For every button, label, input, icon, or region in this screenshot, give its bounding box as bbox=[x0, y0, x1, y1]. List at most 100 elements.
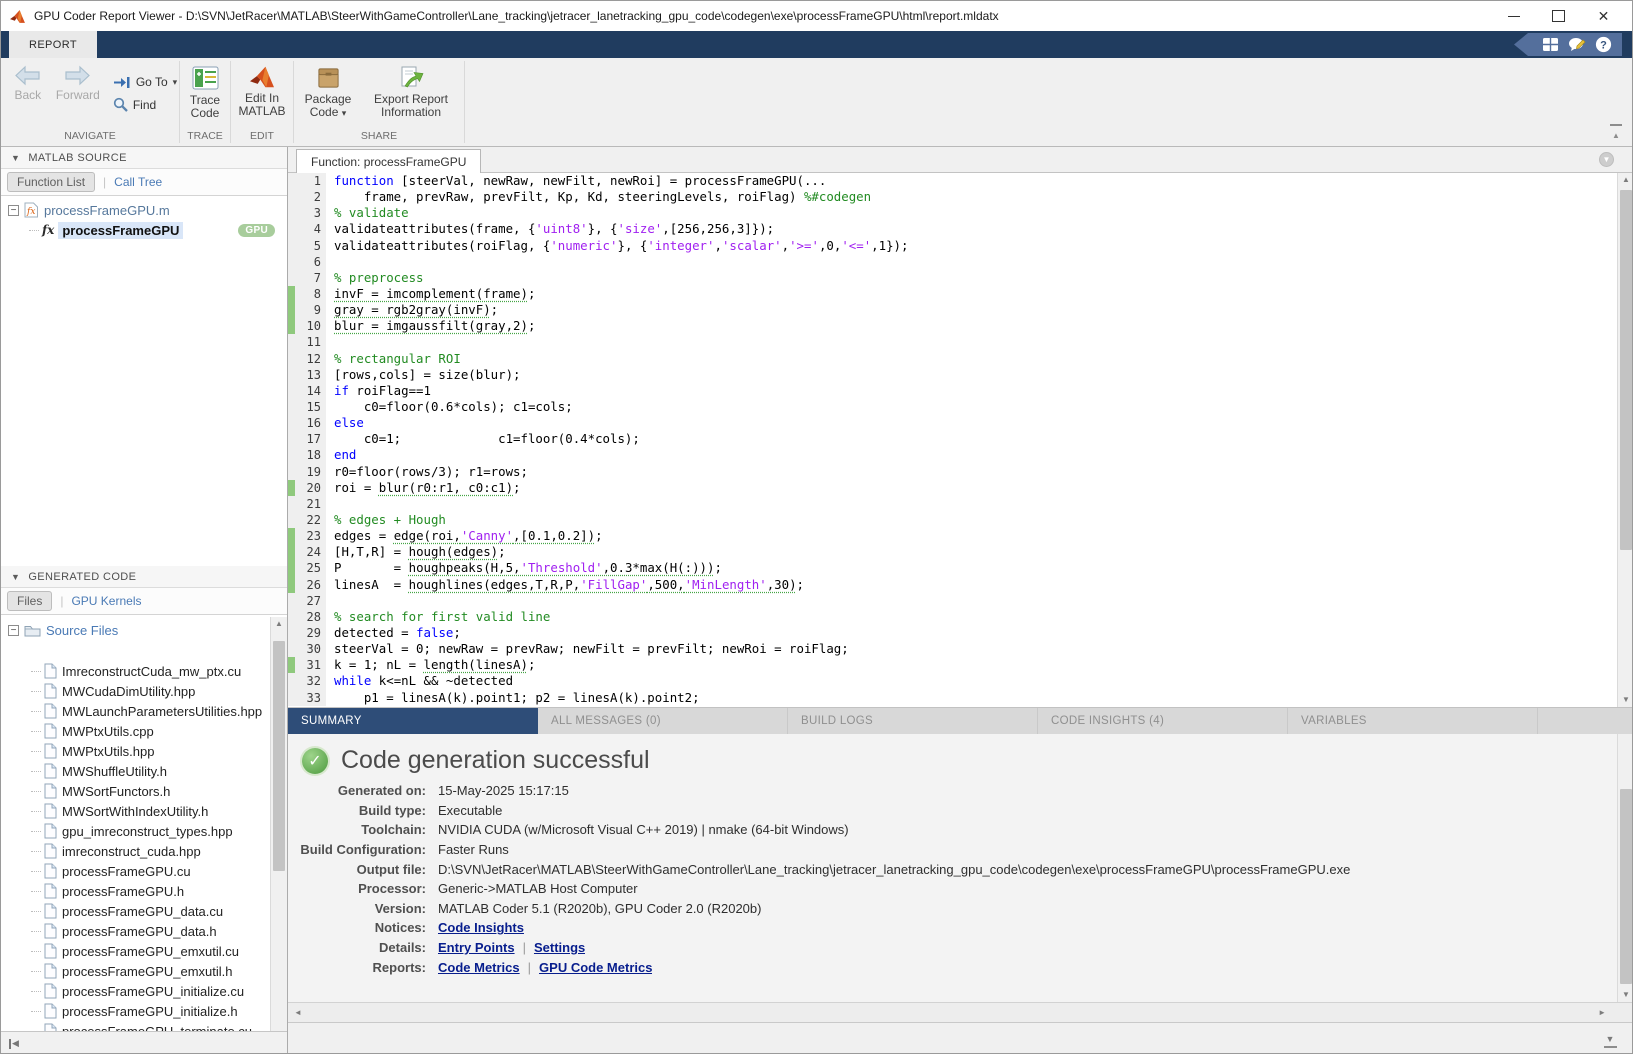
source-file-item[interactable]: processFrameGPU.h bbox=[1, 881, 269, 901]
bottom-tab-code-insights-4[interactable]: CODE INSIGHTS (4) bbox=[1038, 708, 1288, 734]
code-line: 25P = houghpeaks(H,5,'Threshold',0.3*max… bbox=[288, 560, 1617, 576]
scrollbar-thumb[interactable] bbox=[1620, 789, 1632, 984]
maximize-button[interactable] bbox=[1536, 1, 1581, 31]
source-file-item[interactable]: MWLaunchParametersUtilities.hpp bbox=[1, 701, 269, 721]
code-line: 30steerVal = 0; newRaw = prevRaw; newFil… bbox=[288, 641, 1617, 657]
scroll-left-arrow[interactable]: ◄ bbox=[294, 1006, 302, 1020]
bottom-tab-summary[interactable]: SUMMARY bbox=[288, 708, 538, 734]
back-button[interactable]: Back bbox=[3, 63, 53, 102]
bottom-tab-variables[interactable]: VARIABLES bbox=[1288, 708, 1538, 734]
source-file-item[interactable]: processFrameGPU.cu bbox=[1, 861, 269, 881]
line-number: 19 bbox=[295, 464, 326, 480]
tree-item-matlab-file[interactable]: − fx processFrameGPU.m bbox=[1, 200, 287, 220]
layout-icon[interactable] bbox=[1542, 37, 1559, 52]
gutter-marker bbox=[288, 205, 295, 221]
code-line: 14if roiFlag==1 bbox=[288, 383, 1617, 399]
line-number: 32 bbox=[295, 673, 326, 689]
scroll-up-arrow[interactable]: ▲ bbox=[1618, 173, 1633, 187]
code-line: 29detected = false; bbox=[288, 625, 1617, 641]
scrollbar-thumb[interactable] bbox=[1620, 190, 1632, 550]
source-file-item[interactable]: imreconstruct_cuda.hpp bbox=[1, 841, 269, 861]
file-icon bbox=[44, 743, 57, 759]
tree-connector bbox=[31, 711, 41, 712]
tab-gpu-kernels[interactable]: GPU Kernels bbox=[71, 594, 141, 608]
close-button[interactable]: ✕ bbox=[1581, 1, 1626, 31]
goto-button[interactable]: Go To ▾ bbox=[113, 75, 177, 89]
tree-connector bbox=[31, 1011, 41, 1012]
source-file-item[interactable]: MWShuffleUtility.h bbox=[1, 761, 269, 781]
gutter-gpu-marker bbox=[288, 286, 295, 302]
scroll-up-arrow[interactable]: ▲ bbox=[271, 617, 287, 631]
feedback-icon[interactable] bbox=[1568, 37, 1586, 52]
line-number: 11 bbox=[295, 334, 326, 350]
collapse-toggle-icon[interactable]: − bbox=[8, 625, 19, 636]
summary-field-row: Generated on:15-May-2025 15:17:15 bbox=[288, 781, 1617, 801]
scrollbar-thumb[interactable] bbox=[273, 641, 285, 871]
sidebar-scrollbar[interactable]: ▲ bbox=[270, 617, 287, 1031]
summary-link-gpu-code-metrics[interactable]: GPU Code Metrics bbox=[539, 960, 652, 975]
code-text: linesA = houghlines(edges,T,R,P,'FillGap… bbox=[326, 577, 804, 593]
minimize-ribbon-button[interactable]: ▲ bbox=[1608, 124, 1624, 141]
source-file-item[interactable]: MWPtxUtils.cpp bbox=[1, 721, 269, 741]
summary-link-settings[interactable]: Settings bbox=[534, 940, 585, 955]
bottom-tab-all-messages-0[interactable]: ALL MESSAGES (0) bbox=[538, 708, 788, 734]
collapse-panel-icon[interactable]: ▼ bbox=[1602, 1031, 1618, 1048]
export-report-button[interactable]: Export Report Information bbox=[363, 63, 459, 119]
package-code-button[interactable]: Package Code ▾ bbox=[299, 63, 357, 120]
tab-function-list[interactable]: Function List bbox=[7, 172, 95, 192]
source-file-item[interactable]: processFrameGPU_emxutil.h bbox=[1, 961, 269, 981]
gutter-marker bbox=[288, 189, 295, 205]
tab-call-tree[interactable]: Call Tree bbox=[114, 175, 162, 189]
tab-function-processframegpu[interactable]: Function: processFrameGPU bbox=[296, 149, 481, 174]
minimize-button[interactable] bbox=[1491, 1, 1536, 31]
source-file-item[interactable]: ImreconstructCuda_mw_ptx.cu bbox=[1, 661, 269, 681]
tree-item-function[interactable]: fx processFrameGPU GPU bbox=[29, 220, 287, 240]
summary-link-entry-points[interactable]: Entry Points bbox=[438, 940, 515, 955]
code-scrollbar[interactable]: ▲ ▼ bbox=[1617, 173, 1633, 707]
package-code-label: Package Code ▾ bbox=[299, 93, 357, 120]
summary-status-title: Code generation successful bbox=[341, 746, 650, 775]
generated-code-section: ▼ GENERATED CODE Files | GPU Kernels − S… bbox=[1, 566, 287, 1031]
collapse-toggle-icon[interactable]: − bbox=[8, 205, 19, 216]
collapse-section-icon: ▼ bbox=[11, 153, 20, 163]
summary-link-code-metrics[interactable]: Code Metrics bbox=[438, 960, 520, 975]
summary-horizontal-scrollbar[interactable]: ◄ ► bbox=[288, 1002, 1633, 1022]
sidebar-horizontal-scrollbar[interactable]: ◀ bbox=[1, 1031, 287, 1054]
line-number: 2 bbox=[295, 189, 326, 205]
tab-files[interactable]: Files bbox=[7, 591, 52, 611]
summary-field-row: Processor:Generic->MATLAB Host Computer bbox=[288, 879, 1617, 899]
source-file-item[interactable]: MWPtxUtils.hpp bbox=[1, 741, 269, 761]
tab-options-dropdown-icon[interactable]: ▼ bbox=[1599, 152, 1614, 167]
source-file-item[interactable]: processFrameGPU_data.cu bbox=[1, 901, 269, 921]
source-file-item[interactable]: MWCudaDimUtility.hpp bbox=[1, 681, 269, 701]
matlab-source-header[interactable]: ▼ MATLAB SOURCE bbox=[1, 147, 287, 169]
trace-code-button[interactable]: Trace Code bbox=[180, 63, 230, 120]
edit-in-matlab-button[interactable]: Edit In MATLAB bbox=[233, 63, 291, 118]
tree-item-source-files[interactable]: − Source Files bbox=[1, 620, 287, 640]
code-text bbox=[326, 254, 334, 270]
window-title: GPU Coder Report Viewer - D:\SVN\JetRace… bbox=[34, 9, 999, 23]
scroll-right-arrow[interactable]: ► bbox=[1598, 1006, 1606, 1020]
summary-scrollbar[interactable]: ▼ bbox=[1617, 734, 1633, 1002]
generated-code-header[interactable]: ▼ GENERATED CODE bbox=[1, 566, 287, 588]
scroll-to-start-icon[interactable]: ◀ bbox=[9, 1038, 19, 1049]
source-file-item[interactable]: processFrameGPU_initialize.cu bbox=[1, 981, 269, 1001]
code-line: 23edges = edge(roi,'Canny',[0.1,0.2]); bbox=[288, 528, 1617, 544]
scroll-down-arrow[interactable]: ▼ bbox=[1618, 693, 1633, 707]
find-button[interactable]: Find bbox=[113, 97, 177, 112]
code-editor[interactable]: 1function [steerVal, newRaw, newFilt, ne… bbox=[288, 173, 1617, 707]
file-label: processFrameGPU.cu bbox=[62, 864, 191, 879]
source-file-item[interactable]: processFrameGPU_data.h bbox=[1, 921, 269, 941]
source-file-item[interactable]: gpu_imreconstruct_types.hpp bbox=[1, 821, 269, 841]
bottom-tab-build-logs[interactable]: BUILD LOGS bbox=[788, 708, 1038, 734]
source-file-item[interactable]: processFrameGPU_emxutil.cu bbox=[1, 941, 269, 961]
source-file-item[interactable]: MWSortWithIndexUtility.h bbox=[1, 801, 269, 821]
summary-link-code-insights[interactable]: Code Insights bbox=[438, 920, 524, 935]
source-file-item[interactable]: MWSortFunctors.h bbox=[1, 781, 269, 801]
forward-button[interactable]: Forward bbox=[53, 63, 103, 102]
summary-field-value: Code Metrics|GPU Code Metrics bbox=[438, 960, 652, 975]
scroll-down-arrow[interactable]: ▼ bbox=[1618, 988, 1633, 1002]
tab-report[interactable]: REPORT bbox=[9, 31, 97, 58]
source-file-item[interactable]: processFrameGPU_initialize.h bbox=[1, 1001, 269, 1021]
help-icon[interactable]: ? bbox=[1595, 36, 1612, 53]
